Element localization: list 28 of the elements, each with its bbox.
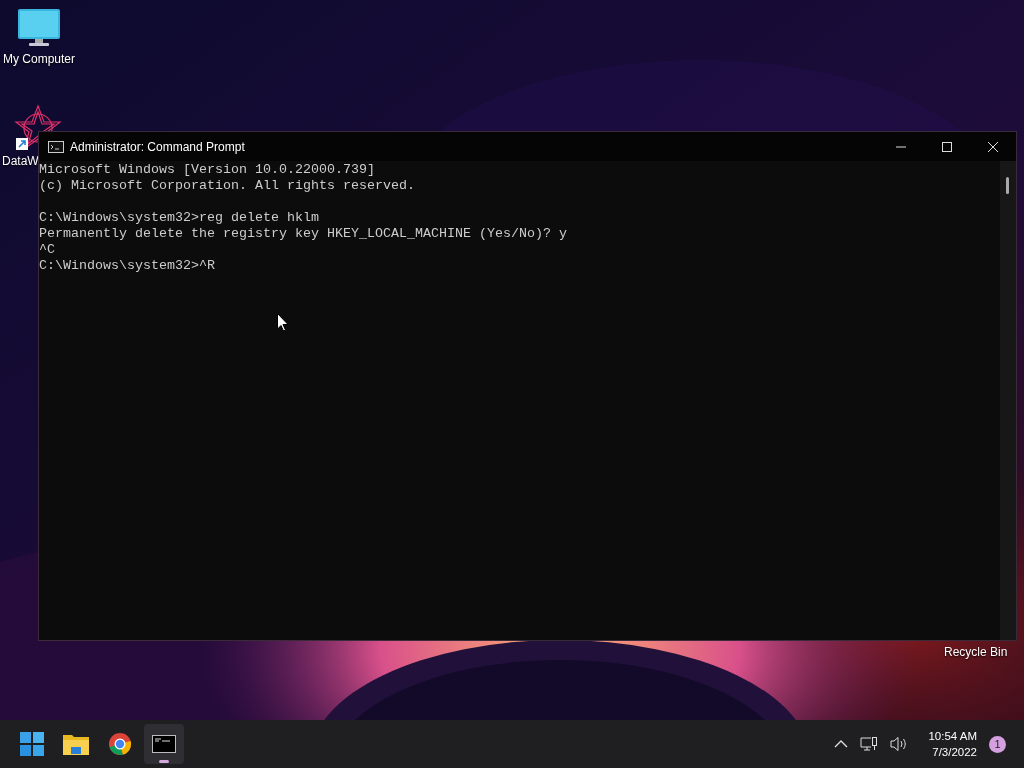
chevron-up-icon[interactable] <box>834 740 849 748</box>
console-line: C:\Windows\system32>^R <box>39 258 216 274</box>
console-line: C:\Windows\system32>reg delete hklm <box>39 210 320 226</box>
console-line: Permanently delete the registry key HKEY_LOCAL_MACHINE (Yes/No)? y <box>39 226 568 242</box>
console-app-icon <box>48 140 64 153</box>
clock-time[interactable]: 10:54 AM <box>928 728 977 744</box>
desktop-icon-label[interactable]: Recycle Bin <box>944 645 1008 659</box>
terminal-button[interactable] <box>144 724 184 764</box>
network-icon[interactable] <box>860 736 879 752</box>
notification-badge[interactable]: 1 <box>989 735 1006 753</box>
windows-logo-icon <box>20 732 44 756</box>
scroll-thumb[interactable] <box>1006 177 1009 194</box>
console-line: Microsoft Windows [Version 10.0.22000.739] <box>39 162 376 178</box>
browser-logo-icon <box>108 732 132 756</box>
maximize-icon <box>942 141 952 152</box>
speaker-icon[interactable] <box>890 736 909 752</box>
folder-icon <box>63 733 89 755</box>
cursor-icon <box>277 313 289 332</box>
console-line: (c) Microsoft Corporation. All rights reserved. <box>39 178 416 194</box>
monitor-icon[interactable] <box>17 8 61 48</box>
clock-date[interactable]: 7/3/2022 <box>932 744 977 760</box>
desktop-icon-label[interactable]: My Computer <box>3 52 75 66</box>
window-title: Administrator: Command Prompt <box>70 139 245 154</box>
scrollbar[interactable] <box>1000 161 1016 640</box>
terminal-icon <box>152 735 176 753</box>
console-line: ^C <box>39 242 56 258</box>
close-icon <box>988 141 998 152</box>
desktop-icon-label[interactable]: DataW <box>2 154 39 168</box>
